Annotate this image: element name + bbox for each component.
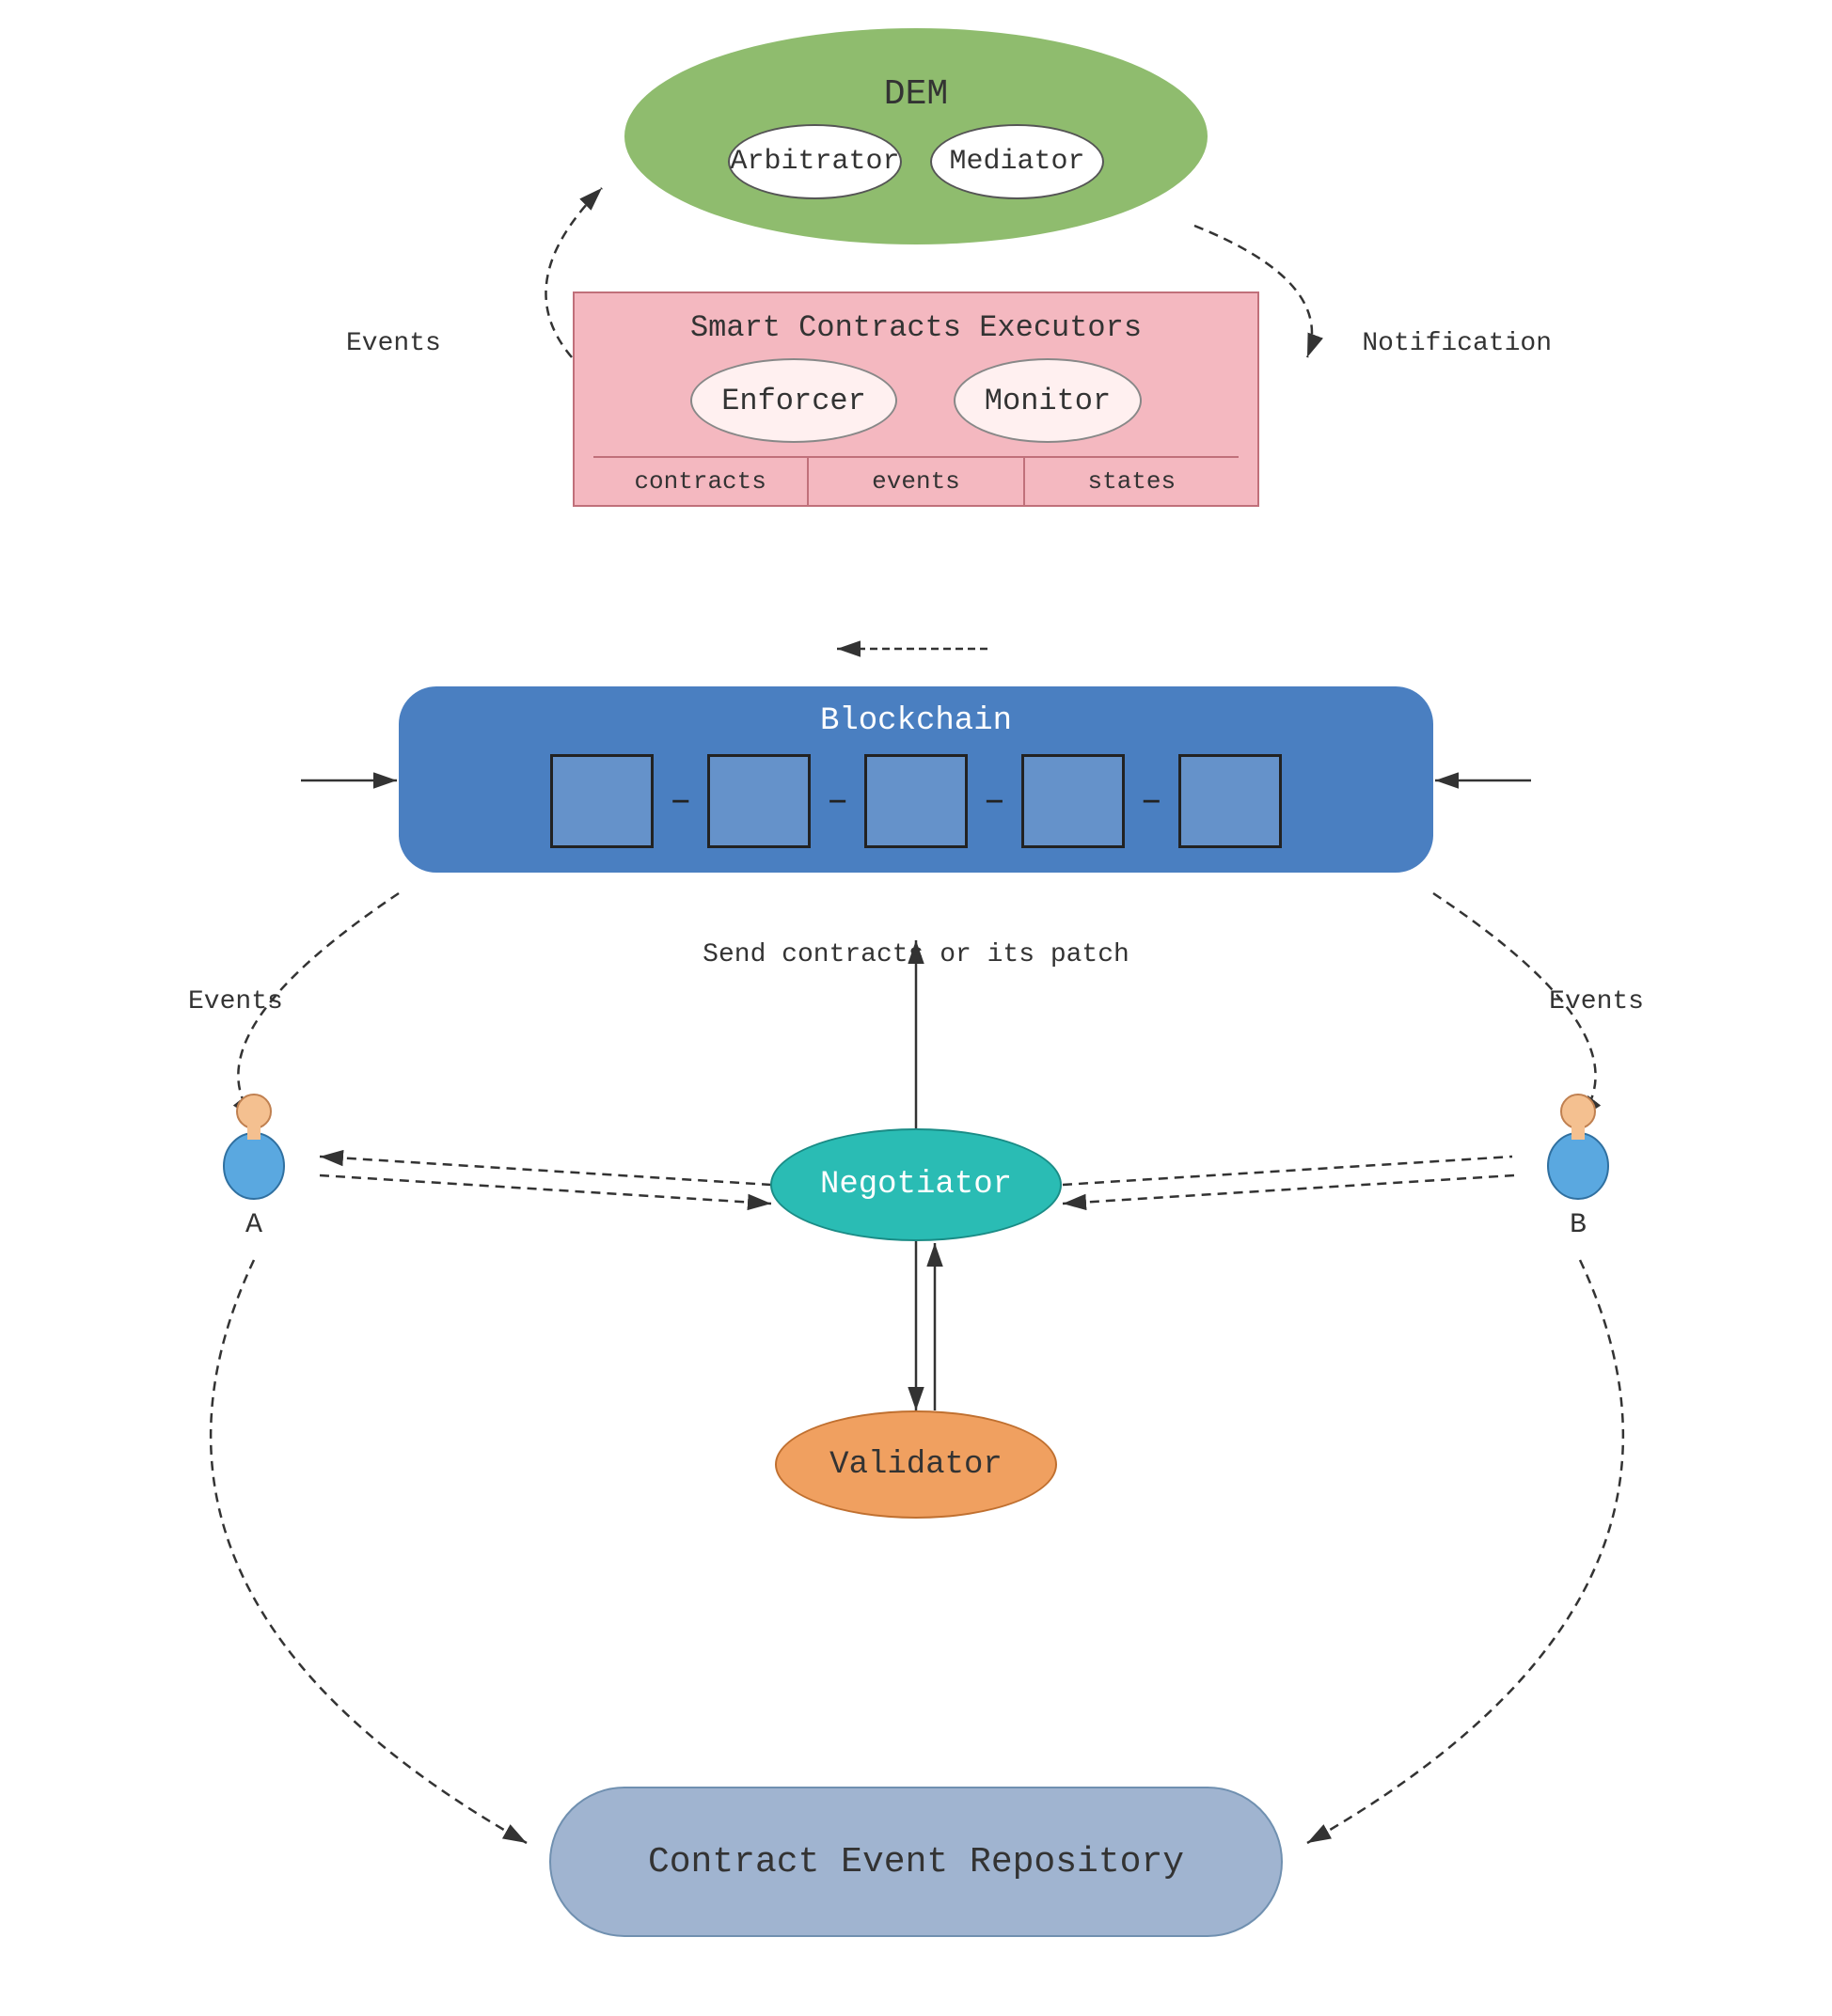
connector-2: — — [829, 787, 845, 816]
connector-4: — — [1144, 787, 1160, 816]
blockchain-block-4 — [1021, 754, 1125, 848]
person-b-icon — [1531, 1091, 1625, 1204]
diagram: DEM Arbitrator Mediator Events Notificat… — [0, 0, 1832, 2016]
sce-middle: Enforcer Monitor — [593, 358, 1239, 443]
person-b-label: B — [1570, 1209, 1587, 1241]
blockchain-block-2 — [707, 754, 811, 848]
arbitrator-ellipse: Arbitrator — [728, 124, 902, 199]
sce-cell-events: events — [809, 458, 1024, 505]
dem-label: DEM — [884, 74, 948, 115]
connector-3: — — [987, 787, 1003, 816]
enforcer-ellipse: Enforcer — [690, 358, 897, 443]
mediator-ellipse: Mediator — [930, 124, 1104, 199]
person-a-icon — [207, 1091, 301, 1204]
blockchain-block-3 — [864, 754, 968, 848]
sce-box: Smart Contracts Executors Enforcer Monit… — [573, 291, 1259, 507]
blockchain-block-1 — [550, 754, 654, 848]
person-a: A — [207, 1091, 301, 1241]
blockchain-blocks: — — — — — [427, 754, 1405, 848]
sce-title: Smart Contracts Executors — [593, 310, 1239, 345]
blockchain-block-5 — [1178, 754, 1282, 848]
sce-cell-states: states — [1025, 458, 1239, 505]
person-a-label: A — [245, 1209, 262, 1241]
sce-bottom: contracts events states — [593, 456, 1239, 505]
blockchain-box: Blockchain — — — — — [399, 686, 1433, 873]
monitor-ellipse: Monitor — [954, 358, 1142, 443]
events-label-left: Events — [346, 329, 441, 358]
person-b: B — [1531, 1091, 1625, 1241]
cer-box: Contract Event Repository — [549, 1787, 1283, 1937]
send-contracts-label: Send contracts or its patch — [703, 940, 1129, 969]
events-label-bottom-left: Events — [188, 987, 283, 1016]
sce-cell-contracts: contracts — [593, 458, 809, 505]
notification-label-right: Notification — [1362, 329, 1552, 358]
negotiator-ellipse: Negotiator — [770, 1128, 1062, 1241]
events-label-bottom-right: Events — [1549, 987, 1644, 1016]
dem-inner: Arbitrator Mediator — [728, 124, 1104, 199]
validator-ellipse: Validator — [775, 1410, 1057, 1519]
blockchain-title: Blockchain — [427, 703, 1405, 739]
dem-ellipse: DEM Arbitrator Mediator — [624, 28, 1208, 244]
connector-1: — — [672, 787, 688, 816]
